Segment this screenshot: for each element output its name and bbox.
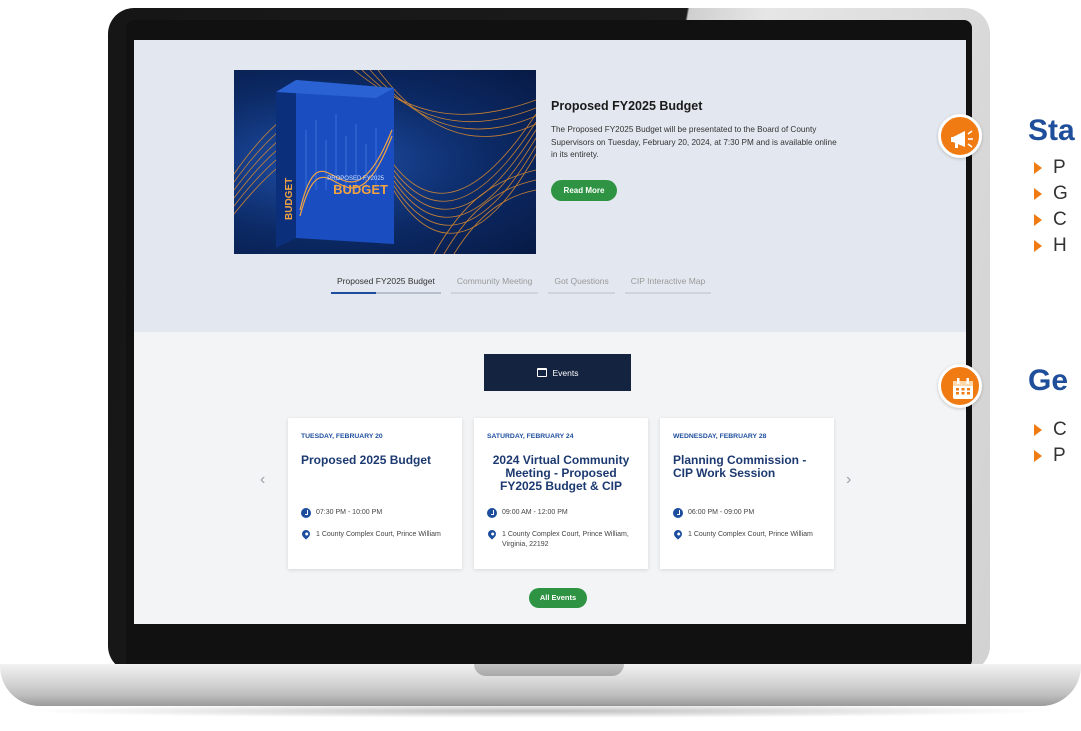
event-location: 1 County Complex Court, Prince William, …: [502, 531, 629, 548]
budget-box-artwork: PROPOSED FY2025 BUDGET BUDGET: [234, 70, 536, 254]
overlay-list-item[interactable]: P: [1032, 443, 1067, 469]
clock-icon: [301, 508, 311, 518]
overlay-heading-get: Ge: [1028, 364, 1069, 397]
event-location: 1 County Complex Court, Prince William: [688, 531, 813, 538]
triangle-bullet-icon: [1034, 162, 1042, 174]
triangle-bullet-icon: [1034, 424, 1042, 436]
hero-title: Proposed FY2025 Budget: [551, 99, 703, 113]
overlay-list-item[interactable]: G: [1032, 181, 1068, 207]
overlay-list-start: P G C H: [1032, 155, 1068, 259]
budget-box-image: PROPOSED FY2025 BUDGET BUDGET: [234, 70, 536, 254]
overlay-heading-start: Sta: [1028, 114, 1075, 147]
event-card[interactable]: TUESDAY, FEBRUARY 20 Proposed 2025 Budge…: [288, 418, 462, 569]
events-header: Events: [484, 354, 631, 391]
read-more-button[interactable]: Read More: [551, 180, 617, 201]
event-date: WEDNESDAY, FEBRUARY 28: [673, 433, 767, 440]
hero-tabs: Proposed FY2025 Budget Community Meeting…: [331, 274, 712, 294]
event-card[interactable]: SATURDAY, FEBRUARY 24 2024 Virtual Commu…: [474, 418, 648, 569]
triangle-bullet-icon: [1034, 188, 1042, 200]
event-title[interactable]: Proposed 2025 Budget: [301, 454, 451, 467]
tab-community-meeting[interactable]: Community Meeting: [450, 274, 539, 294]
event-time: 07:30 PM - 10:00 PM: [316, 509, 383, 516]
location-pin-icon: [300, 528, 312, 540]
tab-cip-map[interactable]: CIP Interactive Map: [624, 274, 712, 294]
overlay-list-item[interactable]: H: [1032, 233, 1068, 259]
hero-section: PROPOSED FY2025 BUDGET BUDGET Proposed F…: [134, 40, 966, 332]
clock-icon: [487, 508, 497, 518]
megaphone-icon: [938, 114, 982, 158]
calendar-icon: [536, 368, 547, 377]
overlay-list-item[interactable]: P: [1032, 155, 1068, 181]
event-date: TUESDAY, FEBRUARY 20: [301, 433, 383, 440]
chevron-left-icon[interactable]: ‹: [260, 472, 265, 488]
clock-icon: [673, 508, 683, 518]
laptop-shadow: [20, 704, 1061, 718]
event-title[interactable]: Planning Commission - CIP Work Session: [673, 454, 823, 480]
overlay-list-get: C P: [1032, 417, 1067, 469]
tab-got-questions[interactable]: Got Questions: [548, 274, 615, 294]
event-time: 09:00 AM - 12:00 PM: [502, 509, 568, 516]
triangle-bullet-icon: [1034, 214, 1042, 226]
location-pin-icon: [486, 528, 498, 540]
event-card[interactable]: WEDNESDAY, FEBRUARY 28 Planning Commissi…: [660, 418, 834, 569]
location-pin-icon: [672, 528, 684, 540]
stage: PROPOSED FY2025 BUDGET BUDGET Proposed F…: [0, 0, 1081, 731]
event-location: 1 County Complex Court, Prince William: [316, 531, 441, 538]
event-time: 06:00 PM - 09:00 PM: [688, 509, 755, 516]
calendar-icon: [938, 364, 982, 408]
event-title[interactable]: 2024 Virtual Community Meeting - Propose…: [486, 454, 636, 493]
event-date: SATURDAY, FEBRUARY 24: [487, 433, 574, 440]
laptop-screen: PROPOSED FY2025 BUDGET BUDGET Proposed F…: [134, 40, 966, 624]
tab-proposed-budget[interactable]: Proposed FY2025 Budget: [331, 274, 441, 294]
laptop-notch: [474, 664, 624, 676]
box-big-text: BUDGET: [333, 182, 388, 197]
hero-description: The Proposed FY2025 Budget will be prese…: [551, 125, 837, 159]
events-header-label: Events: [552, 367, 579, 378]
triangle-bullet-icon: [1034, 450, 1042, 462]
triangle-bullet-icon: [1034, 240, 1042, 252]
overlay-list-item[interactable]: C: [1032, 417, 1067, 443]
overlay-list-item[interactable]: C: [1032, 207, 1068, 233]
box-spine-text: BUDGET: [284, 178, 295, 220]
chevron-right-icon[interactable]: ›: [846, 472, 851, 488]
all-events-button[interactable]: All Events: [529, 588, 587, 608]
